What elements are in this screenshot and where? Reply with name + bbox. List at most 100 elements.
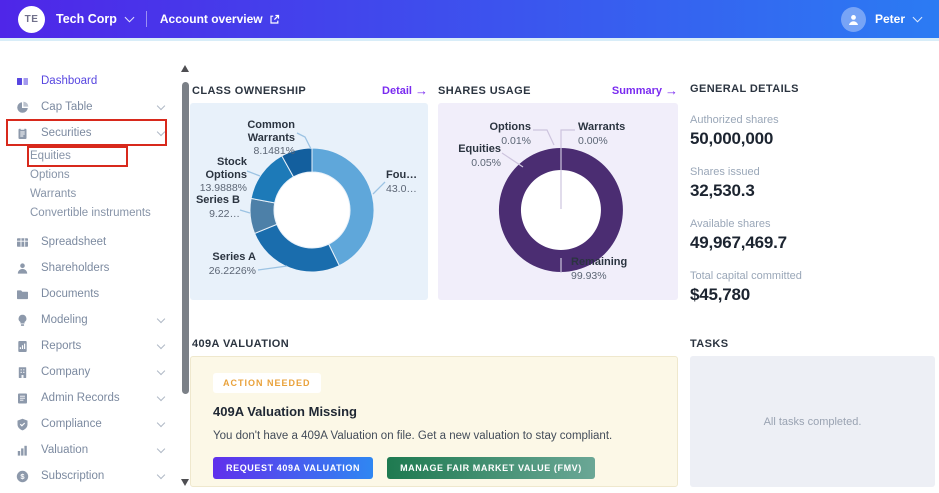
chevron-down-icon — [156, 314, 166, 323]
valuation-409a-header: 409A VALUATION — [192, 338, 428, 350]
callout-value: 26.2226% — [208, 264, 256, 277]
top-header: TE Tech Corp Account overview Peter — [0, 0, 939, 41]
account-overview-link[interactable]: Account overview — [160, 12, 280, 26]
callout-label: Warrants — [578, 121, 626, 133]
company-name: Tech Corp — [56, 12, 117, 26]
valuation-chart-icon — [16, 444, 29, 457]
callout-warrants: Warrants 0.00% — [578, 121, 638, 147]
sidebar-item-valuation[interactable]: Valuation — [0, 437, 180, 463]
sidebar-item-warrants[interactable]: Warrants — [0, 184, 180, 203]
user-avatar-icon — [840, 6, 866, 32]
chevron-down-icon — [156, 470, 166, 479]
shares-usage-donut[interactable] — [438, 103, 678, 300]
arrow-right-icon: → — [665, 83, 678, 98]
user-name: Peter — [874, 12, 905, 26]
general-details-header: GENERAL DETAILS — [690, 83, 935, 95]
sidebar-item-admin-records[interactable]: Admin Records — [0, 385, 180, 411]
company-switcher[interactable]: Tech Corp — [45, 12, 135, 26]
detail-total-capital: Total capital committed $45,780 — [690, 270, 935, 305]
tasks-empty-message: All tasks completed. — [763, 415, 862, 428]
sidebar-item-label: Admin Records — [41, 392, 120, 404]
chevron-down-icon — [124, 12, 135, 23]
sidebar-item-cap-table[interactable]: Cap Table — [0, 94, 180, 120]
sidebar-item-label: Documents — [41, 288, 100, 300]
class-ownership-card: Common Warrants 8.1481% Stock Options 13… — [190, 103, 428, 300]
company-building-icon — [16, 366, 29, 379]
sidebar-item-subscription[interactable]: $ Subscription — [0, 463, 180, 489]
callout-stock-options: Stock Options 13.9888% — [190, 156, 247, 194]
scrollbar-thumb[interactable] — [182, 82, 189, 394]
section-title: 409A VALUATION — [192, 338, 290, 350]
sidebar-item-convertible-instruments[interactable]: Convertible instruments — [0, 203, 180, 222]
main-content: CLASS OWNERSHIP Detail → SHARES USAGE Su… — [190, 42, 939, 493]
sidebar-item-shareholders[interactable]: Shareholders — [0, 255, 180, 281]
callout-value: 99.93% — [571, 269, 607, 282]
section-title: GENERAL DETAILS — [690, 83, 799, 95]
sidebar-item-options[interactable]: Options — [0, 165, 180, 184]
callout-label: Fou… — [386, 169, 418, 181]
callout-label: Equities — [458, 143, 501, 155]
detail-shares-issued: Shares issued 32,530.3 — [690, 166, 935, 201]
sidebar-item-equities[interactable]: Equities — [0, 146, 180, 167]
documents-folder-icon — [16, 288, 29, 301]
detail-authorized-shares: Authorized shares 50,000,000 — [690, 114, 935, 149]
sidebar-item-spreadsheet[interactable]: Spreadsheet — [0, 229, 180, 255]
scroll-up-arrow[interactable] — [181, 65, 189, 72]
user-menu[interactable]: Peter — [840, 6, 923, 32]
scroll-down-arrow[interactable] — [181, 479, 189, 486]
callout-founders: Fou… 43.0… — [386, 169, 428, 195]
callout-common-warrants: Common Warrants 8.1481% — [198, 119, 295, 157]
sidebar-item-label: Equities — [30, 149, 71, 162]
sidebar-item-documents[interactable]: Documents — [0, 281, 180, 307]
cap-table-icon — [16, 101, 29, 114]
chevron-down-icon — [156, 101, 166, 110]
detail-value: 49,967,469.7 — [690, 233, 787, 252]
subscription-dollar-icon: $ — [16, 470, 29, 483]
sidebar-item-reports[interactable]: Reports — [0, 333, 180, 359]
sidebar-item-label: Modeling — [41, 314, 88, 326]
securities-icon — [16, 127, 29, 140]
link-label: Detail — [382, 84, 412, 97]
chevron-down-icon — [156, 418, 166, 427]
tasks-header: TASKS — [690, 338, 935, 350]
shares-usage-summary-link[interactable]: Summary → — [612, 83, 678, 98]
section-title: TASKS — [690, 338, 729, 350]
valuation-missing-heading: 409A Valuation Missing — [213, 404, 358, 419]
shareholders-icon — [16, 262, 29, 275]
chevron-down-icon — [156, 127, 166, 136]
callout-equities: Equities 0.05% — [446, 143, 501, 169]
detail-label: Available shares — [690, 218, 771, 230]
sidebar-item-modeling[interactable]: Modeling — [0, 307, 180, 333]
detail-value: 32,530.3 — [690, 181, 755, 200]
sidebar-item-securities[interactable]: Securities — [0, 119, 180, 146]
callout-value: 0.05% — [471, 156, 501, 169]
sidebar-item-company[interactable]: Company — [0, 359, 180, 385]
sidebar-item-label: Warrants — [30, 187, 77, 200]
dashboard-icon — [16, 75, 29, 88]
class-ownership-header: CLASS OWNERSHIP Detail → — [192, 83, 428, 98]
request-409a-valuation-button[interactable]: REQUEST 409A VALUATION — [213, 457, 374, 479]
arrow-right-icon: → — [415, 83, 428, 98]
manage-fmv-button[interactable]: MANAGE FAIR MARKET VALUE (FMV) — [387, 457, 595, 479]
company-avatar[interactable]: TE — [18, 5, 45, 33]
sidebar-item-dashboard[interactable]: Dashboard — [0, 68, 180, 94]
callout-label: Series A — [212, 251, 256, 263]
compliance-shield-icon — [16, 418, 29, 431]
sidebar-item-label: Convertible instruments — [30, 206, 151, 219]
callout-series-b: Series B 9.22… — [190, 194, 240, 220]
class-ownership-detail-link[interactable]: Detail → — [382, 83, 428, 98]
chevron-down-icon — [156, 444, 166, 453]
callout-remaining: Remaining 99.93% — [571, 256, 633, 282]
valuation-actions: REQUEST 409A VALUATION MANAGE FAIR MARKE… — [213, 457, 595, 479]
callout-label: Series B — [195, 194, 240, 206]
chevron-down-icon — [156, 366, 166, 375]
detail-label: Total capital committed — [690, 270, 802, 282]
spreadsheet-icon — [16, 236, 29, 249]
sidebar-item-label: Company — [41, 366, 91, 378]
shares-usage-card: Options 0.01% Warrants 0.00% Equities 0.… — [438, 103, 678, 300]
detail-label: Shares issued — [690, 166, 760, 178]
sidebar-item-compliance[interactable]: Compliance — [0, 411, 180, 437]
callout-label: Options — [489, 121, 531, 133]
chevron-down-icon — [156, 392, 166, 401]
chevron-down-icon — [912, 12, 923, 23]
